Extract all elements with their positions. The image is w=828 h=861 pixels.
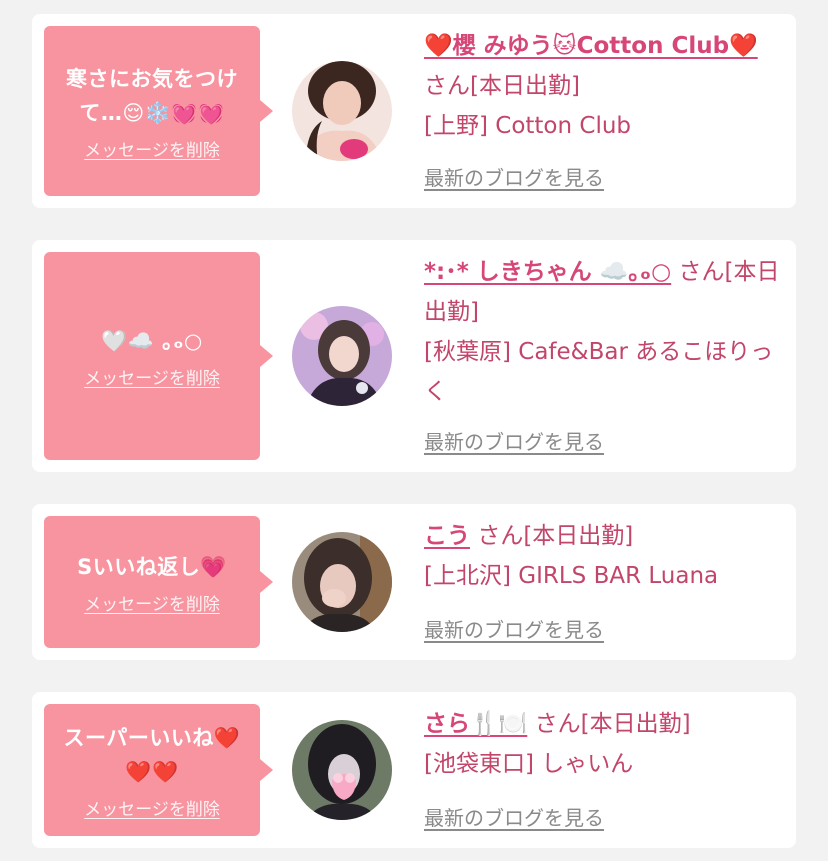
message-text: スーパーいいね❤️❤️❤️ <box>63 725 241 784</box>
member-name-link[interactable]: こう <box>424 523 470 549</box>
latest-blog-link[interactable]: 最新のブログを見る <box>424 614 604 643</box>
message-bubble: 寒さにお気をつけて…😌❄️💓💓 メッセージを削除 <box>44 26 273 196</box>
delete-message-link[interactable]: メッセージを削除 <box>84 364 220 389</box>
shop-location: [上北沢] GIRLS BAR Luana <box>424 563 719 589</box>
attendance-status: さん[本日出勤] <box>424 73 580 99</box>
message-text: 🤍☁️ ｡ₒ○ <box>101 328 203 353</box>
message-card: 寒さにお気をつけて…😌❄️💓💓 メッセージを削除 ❤️櫻 みゆう🐱Cotton … <box>32 14 796 208</box>
avatar-image <box>292 306 392 406</box>
message-bubble: Sいいね返し💗 メッセージを削除 <box>44 516 273 648</box>
delete-message-link[interactable]: メッセージを削除 <box>84 590 220 615</box>
attendance-status: さん[本日出勤] <box>534 711 691 737</box>
attendance-status: さん[本日出勤] <box>477 523 634 549</box>
shop-location: [池袋東口] しゃいん <box>424 751 634 777</box>
member-info: さら🍴🍽️ さん[本日出勤] [池袋東口] しゃいん <box>424 704 786 784</box>
member-info: こう さん[本日出勤] [上北沢] GIRLS BAR Luana <box>424 516 786 596</box>
member-name-link[interactable]: *:･* しきちゃん ☁️｡ₒ○ <box>424 259 671 285</box>
message-card: スーパーいいね❤️❤️❤️ メッセージを削除 さら🍴🍽️ さん[本日出勤] [池… <box>32 692 796 848</box>
avatar-image <box>292 61 392 161</box>
latest-blog-link[interactable]: 最新のブログを見る <box>424 162 604 191</box>
member-info: ❤️櫻 みゆう🐱Cotton Club❤️ さん[本日出勤] [上野] Cott… <box>424 26 786 146</box>
shop-location: [秋葉原] Cafe&Bar あるこほりっく <box>424 339 774 405</box>
message-bubble: スーパーいいね❤️❤️❤️ メッセージを削除 <box>44 704 273 836</box>
delete-message-link[interactable]: メッセージを削除 <box>84 136 220 161</box>
message-card: 🤍☁️ ｡ₒ○ メッセージを削除 *:･* しきちゃん ☁️｡ₒ○ さん[本日出… <box>32 240 796 472</box>
avatar[interactable] <box>292 720 392 820</box>
member-name-link[interactable]: さら🍴🍽️ <box>424 711 527 737</box>
avatar[interactable] <box>292 532 392 632</box>
member-info: *:･* しきちゃん ☁️｡ₒ○ さん[本日出勤] [秋葉原] Cafe&Bar… <box>424 252 786 412</box>
delete-message-link[interactable]: メッセージを削除 <box>84 795 220 820</box>
avatar[interactable] <box>292 61 392 161</box>
shop-location: [上野] Cotton Club <box>424 113 632 139</box>
message-text: Sいいね返し💗 <box>77 554 227 579</box>
message-bubble: 🤍☁️ ｡ₒ○ メッセージを削除 <box>44 252 273 460</box>
latest-blog-link[interactable]: 最新のブログを見る <box>424 426 604 455</box>
avatar-image <box>292 720 392 820</box>
message-card: Sいいね返し💗 メッセージを削除 こう さん[本日出勤] [上北沢] GIRLS… <box>32 504 796 660</box>
avatar-image <box>292 532 392 632</box>
latest-blog-link[interactable]: 最新のブログを見る <box>424 802 604 831</box>
avatar[interactable] <box>292 306 392 406</box>
member-name-link[interactable]: ❤️櫻 みゆう🐱Cotton Club❤️ <box>424 33 758 59</box>
message-text: 寒さにお気をつけて…😌❄️💓💓 <box>66 66 238 125</box>
